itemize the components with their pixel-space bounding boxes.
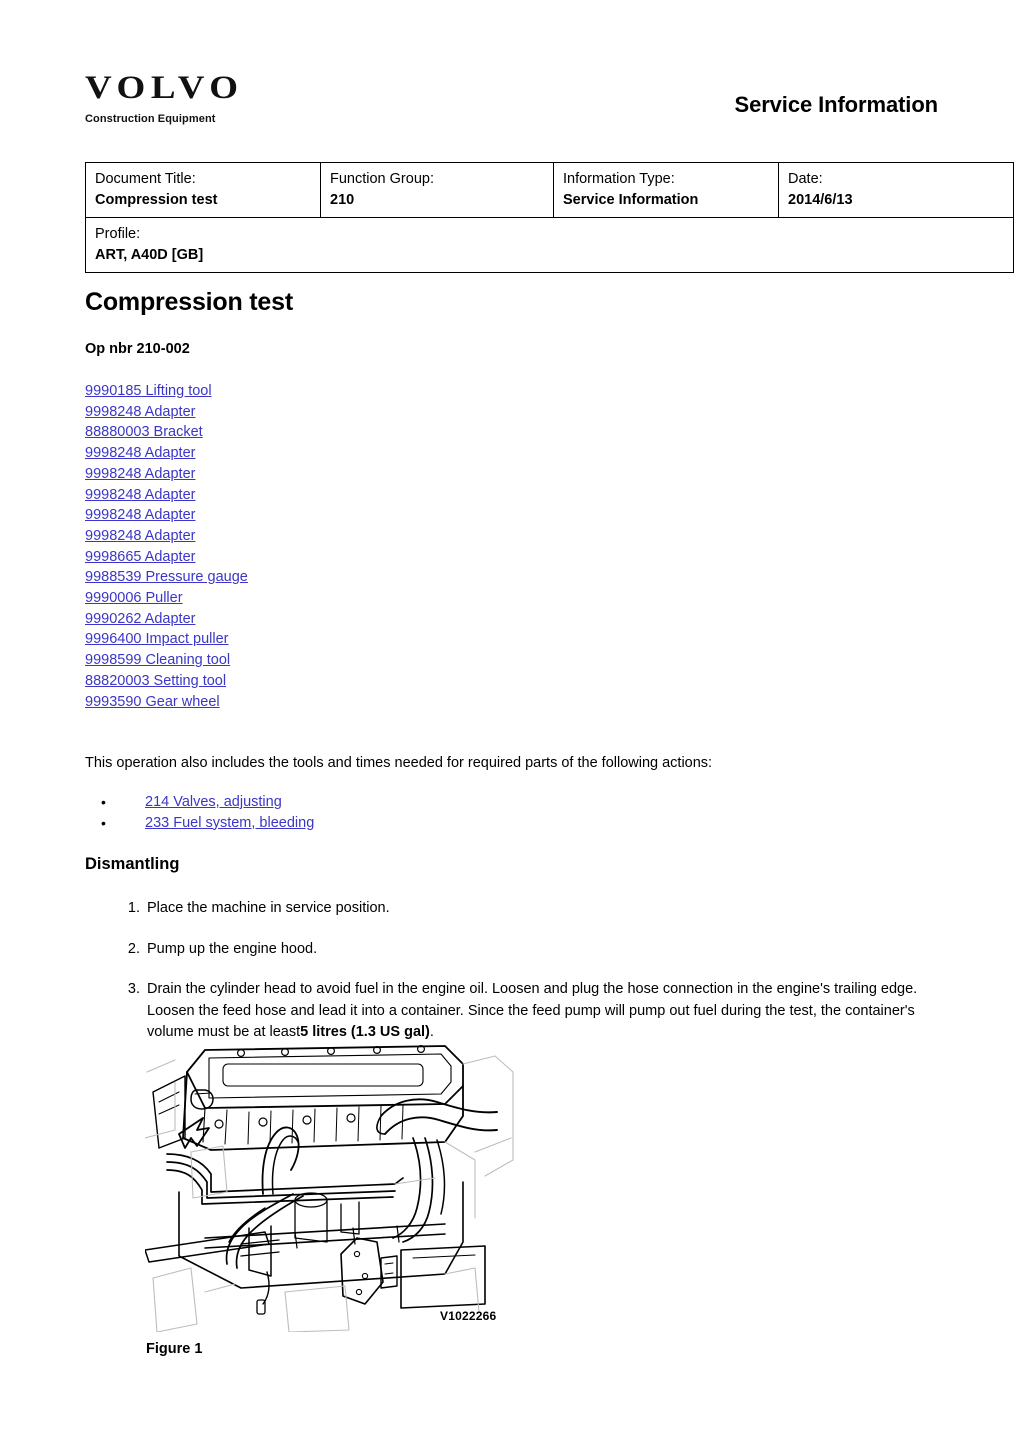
volvo-division-label: Construction Equipment [85,113,216,125]
cell-function-group: Function Group: 210 [320,161,554,219]
step-number: 1. [127,900,140,916]
step-item: 2. Pump up the engine hood. [85,939,940,961]
tool-link[interactable]: 9988539 Pressure gauge [85,567,585,588]
tool-link[interactable]: 9996400 Impact puller [85,629,585,650]
cell-information-type: Information Type: Service Information [553,161,779,219]
step-text-emphasis: 5 litres (1.3 US gal) [300,1024,430,1040]
cell-profile: Profile: ART, A40D [GB] [85,217,1014,274]
step-text: Place the machine in service position. [147,900,390,916]
tool-link[interactable]: 9998248 Adapter [85,402,585,423]
tool-link[interactable]: 9998248 Adapter [85,464,585,485]
volvo-wordmark: VOLVO [85,70,244,106]
tool-link[interactable]: 9998248 Adapter [85,505,585,526]
step-text-tail: . [429,1024,434,1040]
page-title: Service Information [734,92,939,117]
table-row: Profile: ART, A40D [GB] [85,217,1014,274]
related-action-link[interactable]: 214 Valves, adjusting [145,792,282,813]
table-row: Document Title: Compression test Functio… [85,161,1014,219]
dismantling-steps: 1. Place the machine in service position… [85,898,940,1063]
document-page: VOLVO Construction Equipment Service Inf… [0,0,1024,1449]
cell-document-title: Document Title: Compression test [85,161,321,219]
volvo-logo: VOLVO Construction Equipment [85,72,425,126]
step-number: 2. [127,940,140,957]
cell-value: Service Information [563,191,699,208]
bullet-icon: • [101,794,106,810]
cell-date: Date: 2014/6/13 [778,161,1014,219]
cell-label: Profile: [95,226,141,243]
tool-link[interactable]: 9998599 Cleaning tool [85,650,585,671]
related-action-link[interactable]: 233 Fuel system, bleeding [145,813,314,834]
cell-value: 2014/6/13 [788,191,853,208]
operation-number: Op nbr 210-002 [85,341,190,357]
document-info-table: Document Title: Compression test Functio… [85,161,1014,274]
cell-label: Information Type: [563,171,675,187]
step-text: Drain the cylinder head to avoid fuel in… [147,981,917,1040]
step-item: 3. Drain the cylinder head to avoid fuel… [85,979,940,1044]
related-actions-list: • 214 Valves, adjusting • 233 Fuel syste… [85,792,685,833]
list-item: • 233 Fuel system, bleeding [85,813,685,834]
tool-list: 9990185 Lifting tool 9998248 Adapter 888… [85,381,585,712]
cell-label: Date: [788,171,823,187]
cell-label: Function Group: [330,171,434,187]
list-item: • 214 Valves, adjusting [85,792,685,813]
tool-link[interactable]: 9998665 Adapter [85,547,585,568]
document-heading: Compression test [85,288,293,316]
figure-reference-number: V1022266 [440,1309,497,1323]
engine-line-drawing [145,1044,514,1332]
figure-engine-illustration: V1022266 [145,1042,515,1332]
tool-link[interactable]: 9998248 Adapter [85,443,585,464]
step-text-lead: Drain the cylinder head to avoid fuel in… [147,981,918,1040]
tool-link[interactable]: 88880003 Bracket [85,422,585,443]
tool-link[interactable]: 9998248 Adapter [85,485,585,506]
bullet-icon: • [101,814,106,831]
cell-label: Document Title: [95,171,196,187]
step-text: Pump up the engine hood. [147,940,318,957]
cell-value: 210 [330,191,355,208]
page-header: VOLVO Construction Equipment Service Inf… [85,72,938,142]
cell-value: Compression test [95,191,218,208]
cell-value: ART, A40D [GB] [95,246,204,263]
tool-link[interactable]: 9990006 Puller [85,588,585,609]
tool-link[interactable]: 9990262 Adapter [85,609,585,630]
tool-link[interactable]: 9993590 Gear wheel [85,692,585,713]
section-heading-dismantling: Dismantling [85,855,180,873]
step-item: 1. Place the machine in service position… [85,898,940,920]
step-number: 3. [127,981,140,997]
tool-link[interactable]: 9998248 Adapter [85,526,585,547]
figure-caption: Figure 1 [146,1341,203,1357]
tool-link[interactable]: 88820003 Setting tool [85,671,585,692]
tool-link[interactable]: 9990185 Lifting tool [85,381,585,402]
intro-paragraph: This operation also includes the tools a… [85,755,713,771]
